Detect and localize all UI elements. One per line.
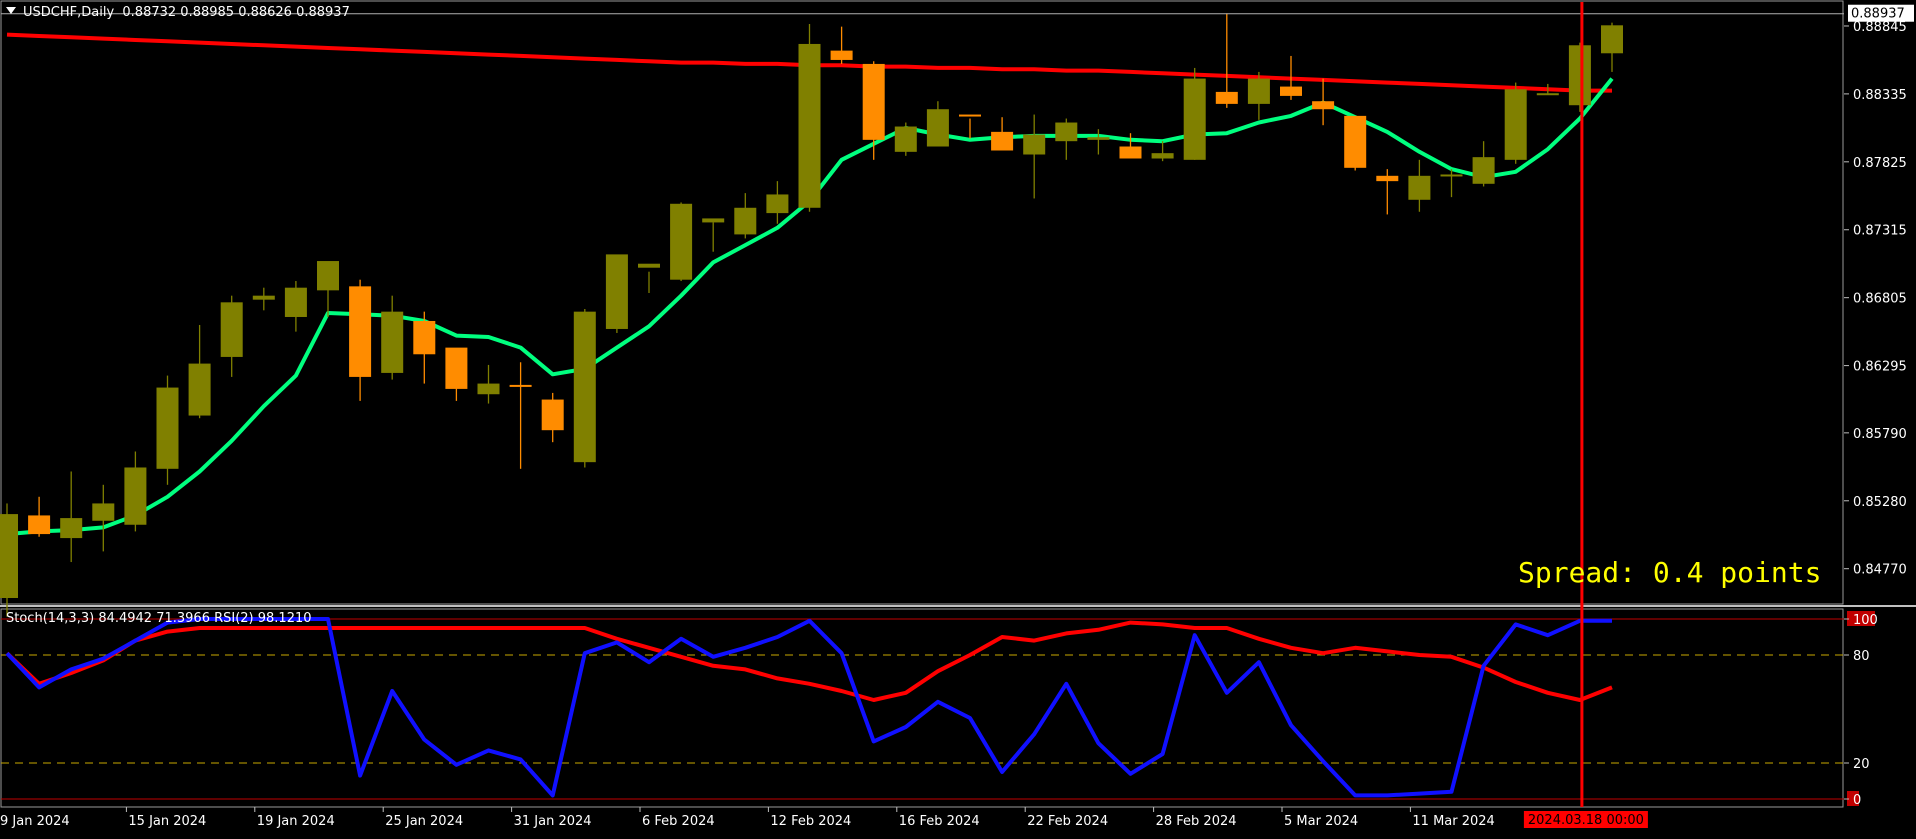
time-tick-label: 19 Jan 2024 — [257, 814, 335, 829]
indicator-header: Stoch(14,3,3) 84.4942 71.3966 RSI(2) 98.… — [6, 611, 312, 626]
time-tick-label: 6 Feb 2024 — [642, 814, 715, 829]
price-chart[interactable]: 0.88845 0.88335 0.87825 0.87315 0.86805 0.862… — [0, 0, 1916, 835]
candle-body — [1023, 134, 1046, 155]
candle-body — [1151, 153, 1174, 159]
time-tick-label: 9 Jan 2024 — [0, 814, 70, 829]
candle-body — [1119, 146, 1142, 159]
candle-body — [220, 302, 243, 357]
price-tick-label: 0.85790 — [1853, 427, 1907, 442]
candle-body — [1215, 91, 1238, 104]
candle-body — [670, 203, 693, 280]
candle-body — [349, 286, 372, 377]
indicator-tick-label: 80 — [1853, 649, 1870, 664]
candle — [156, 375, 179, 485]
candle-body — [862, 63, 885, 140]
chart-header: USDCHF,Daily 0.88732 0.88985 0.88626 0.8… — [6, 5, 350, 20]
candle-body — [605, 254, 628, 329]
candle-body — [1247, 78, 1270, 104]
candle-body — [60, 518, 83, 539]
candle-body — [1376, 175, 1399, 182]
crosshair-date-label: 2024.03.18 00:00 — [1528, 813, 1644, 828]
indicator-tick-label: 0 — [1853, 793, 1861, 808]
candle — [798, 23, 821, 212]
time-tick-label: 25 Jan 2024 — [385, 814, 463, 829]
candle-body — [1472, 157, 1495, 184]
candle-body — [381, 311, 404, 373]
candle-body — [188, 363, 211, 416]
candle-body — [284, 287, 307, 317]
time-tick-label: 11 Mar 2024 — [1412, 814, 1494, 829]
candle-body — [317, 261, 339, 291]
price-tick-label: 0.88335 — [1853, 88, 1907, 103]
candle-body — [734, 207, 757, 235]
time-tick-label: 15 Jan 2024 — [128, 814, 206, 829]
price-tick-label: 0.86295 — [1853, 360, 1907, 375]
chart-window[interactable]: 0.88845 0.88335 0.87825 0.87315 0.86805 0.862… — [0, 0, 1916, 835]
price-tick-label: 0.88845 — [1853, 20, 1907, 35]
price-tick-label: 0.87825 — [1853, 156, 1907, 171]
candle-body — [1280, 86, 1302, 96]
time-tick-label: 16 Feb 2024 — [899, 814, 980, 829]
price-tick-label: 0.87315 — [1853, 224, 1907, 239]
candle-body — [541, 399, 564, 431]
candle-body — [1055, 122, 1078, 142]
candle-body — [1568, 45, 1591, 106]
price-tick-label: 0.85280 — [1853, 495, 1907, 510]
candle — [1504, 82, 1527, 164]
candle-body — [1504, 89, 1527, 160]
candle-body — [1344, 115, 1367, 168]
symbol-label: USDCHF,Daily — [23, 5, 115, 20]
candle — [573, 308, 596, 468]
candle-body — [766, 194, 789, 214]
time-tick-label: 31 Jan 2024 — [514, 814, 592, 829]
candle — [894, 122, 917, 156]
candle-body — [509, 384, 532, 387]
candle-body — [0, 514, 18, 599]
candle — [605, 254, 628, 333]
indicator-label: Stoch(14,3,3) 84.4942 71.3966 RSI(2) 98.… — [6, 611, 312, 626]
candle-body — [1312, 101, 1335, 110]
price-tick-label: 0.84770 — [1853, 563, 1907, 578]
candle-body — [413, 320, 436, 355]
candle — [670, 202, 693, 282]
candle-body — [798, 43, 821, 208]
candle-body — [991, 131, 1014, 151]
candle — [1344, 115, 1367, 171]
candle-body — [1087, 137, 1110, 140]
spread-text: Spread: 0.4 points — [1518, 556, 1822, 589]
candle-body — [445, 347, 468, 389]
candle-body — [830, 50, 853, 60]
candle-body — [477, 383, 500, 395]
candle-body — [1183, 78, 1206, 160]
candle-body — [156, 387, 179, 469]
candle-body — [1536, 93, 1559, 96]
time-tick-label: 22 Feb 2024 — [1027, 814, 1108, 829]
time-tick-label: 5 Mar 2024 — [1284, 814, 1358, 829]
time-tick-label: 12 Feb 2024 — [770, 814, 851, 829]
candle-body — [702, 218, 725, 223]
candle-body — [1601, 25, 1623, 54]
candle — [1183, 67, 1206, 160]
candle-body — [926, 109, 949, 147]
candle-body — [959, 114, 981, 117]
candle-body — [638, 263, 660, 268]
candle — [1568, 42, 1591, 112]
candle-body — [124, 467, 147, 525]
candle-body — [894, 126, 917, 152]
time-tick-label: 28 Feb 2024 — [1156, 814, 1237, 829]
indicator-tick-label: 100 — [1853, 613, 1878, 628]
price-tick-label: 0.86805 — [1853, 292, 1907, 307]
ohlc-values: 0.88732 0.88985 0.88626 0.88937 — [122, 5, 350, 20]
candle-body — [252, 295, 275, 300]
candle-body — [1408, 175, 1431, 200]
candle-body — [28, 515, 51, 535]
candle-body — [1440, 174, 1463, 177]
dropdown-triangle-icon[interactable] — [6, 7, 16, 14]
indicator-tick-label: 20 — [1853, 757, 1870, 772]
candle-body — [92, 503, 115, 521]
current-price-label: 0.88937 — [1851, 7, 1905, 22]
candle-body — [573, 311, 596, 463]
